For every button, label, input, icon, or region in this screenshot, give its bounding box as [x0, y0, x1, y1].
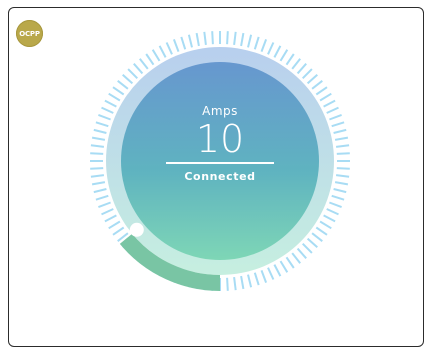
gauge-tick	[151, 49, 161, 62]
gauge-tick	[117, 80, 129, 90]
gauge-tick	[172, 39, 180, 52]
gauge-tick	[331, 121, 345, 128]
gauge-tick	[226, 31, 229, 45]
gauge-tick	[315, 86, 328, 96]
gauge-tick	[260, 39, 268, 52]
gauge-tick	[226, 277, 229, 291]
gauge-tick	[127, 68, 139, 80]
gauge-tick	[145, 53, 155, 66]
gauge-tick	[334, 181, 349, 186]
gauge-tick	[323, 99, 336, 108]
gauge-readout: Amps 10 Connected	[130, 104, 310, 183]
gauge-tick	[291, 58, 301, 70]
gauge-tick	[95, 121, 109, 128]
gauge-tick	[279, 49, 289, 62]
gauge-tick	[240, 275, 245, 290]
gauge-tick	[333, 128, 347, 134]
gauge-tick	[90, 174, 105, 178]
gauge-tick	[306, 74, 318, 85]
gauge-tick	[91, 181, 106, 186]
gauge-tick	[195, 32, 200, 47]
gauge-tick	[108, 220, 121, 230]
gauge-tick	[279, 260, 289, 273]
gauge-tick	[329, 113, 342, 121]
gauge-tick	[165, 42, 173, 55]
gauge-tick	[101, 106, 114, 114]
gauge-tick	[240, 32, 245, 47]
gauge-tick	[306, 237, 318, 248]
gauge-tick	[180, 36, 187, 50]
gauge-tick	[329, 201, 342, 209]
gauge-tick	[101, 208, 114, 216]
gauge-tick	[253, 272, 260, 286]
gauge-tick	[187, 34, 193, 48]
gauge-tick	[311, 232, 323, 242]
gauge-tick	[91, 136, 106, 141]
gauge-tick	[323, 214, 336, 223]
gauge-tick	[108, 92, 121, 102]
gauge-tick	[104, 214, 117, 223]
gauge-tick	[90, 144, 105, 148]
gauge-tick	[326, 208, 339, 216]
gauge-tick	[319, 220, 332, 230]
gauge-tick	[260, 270, 268, 283]
gauge-tick	[139, 58, 149, 70]
gauge-tick	[90, 152, 104, 155]
gauge-tick	[267, 267, 275, 280]
gauge-tick	[112, 226, 125, 236]
gauge-tick	[291, 252, 301, 264]
gauge-tick	[301, 242, 313, 254]
gauge-tick	[104, 99, 117, 108]
gauge-progress-knob	[129, 222, 144, 237]
amps-value: 10	[195, 117, 245, 161]
gauge-tick	[334, 136, 349, 141]
connection-status: Connected	[184, 169, 256, 183]
gauge-tick	[319, 92, 332, 102]
gauge-tick	[93, 188, 107, 194]
amps-label: Amps	[202, 104, 238, 118]
gauge-tick	[122, 74, 134, 85]
gauge-tick	[331, 194, 345, 201]
gauge-tick	[326, 106, 339, 114]
gauge-tick	[296, 247, 307, 259]
gauge-tick	[285, 53, 295, 66]
gauge-tick	[133, 63, 144, 75]
gauge-tick	[211, 31, 214, 45]
gauge-tick	[233, 276, 237, 291]
gauge-tick	[296, 63, 307, 75]
gauge-tick	[203, 31, 207, 46]
gauge-tick	[90, 167, 104, 170]
gauge-tick	[158, 45, 167, 58]
gauge-tick	[336, 152, 350, 155]
gauge-tick	[273, 45, 282, 58]
gauge-tick	[336, 167, 350, 170]
gauge-tick	[301, 68, 313, 80]
gauge-tick	[98, 113, 111, 121]
gauge-tick	[285, 256, 295, 269]
gauge-tick	[273, 264, 282, 277]
gauge-tick	[267, 42, 275, 55]
gauge-tick	[233, 31, 237, 46]
gauge-tick	[335, 144, 350, 148]
gauge-tick	[247, 34, 253, 48]
gauge-tick	[333, 188, 347, 194]
gauge-tick	[95, 194, 109, 201]
gauge-tick	[315, 226, 328, 236]
gauge-tick	[335, 174, 350, 178]
readout-divider	[166, 162, 274, 164]
gauge-tick	[98, 201, 111, 209]
gauge-tick	[112, 86, 125, 96]
gauge-tick	[247, 274, 253, 288]
gauge-tick	[253, 36, 260, 50]
gauge-tick	[93, 128, 107, 134]
gauge-tick	[311, 80, 323, 90]
